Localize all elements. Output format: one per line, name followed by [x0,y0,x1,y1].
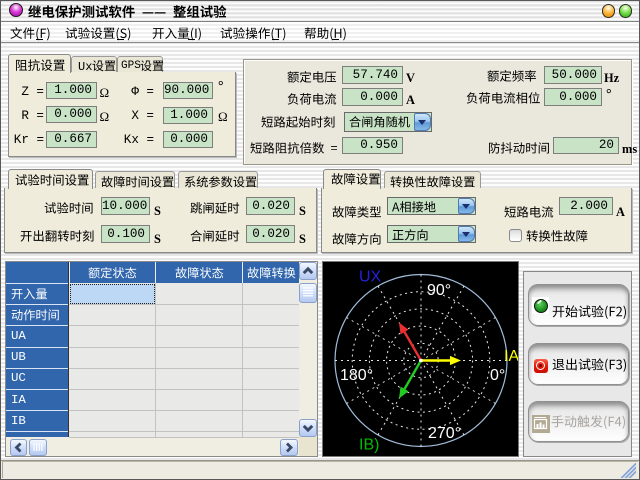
svg-text:270°: 270° [428,425,461,442]
svg-text:IB): IB) [359,437,379,454]
svg-text:0°: 0° [490,367,505,384]
svg-text:UX: UX [359,269,382,286]
svg-text:90°: 90° [427,282,451,299]
svg-text:180°: 180° [340,367,373,384]
svg-text:IA: IA [504,348,518,365]
